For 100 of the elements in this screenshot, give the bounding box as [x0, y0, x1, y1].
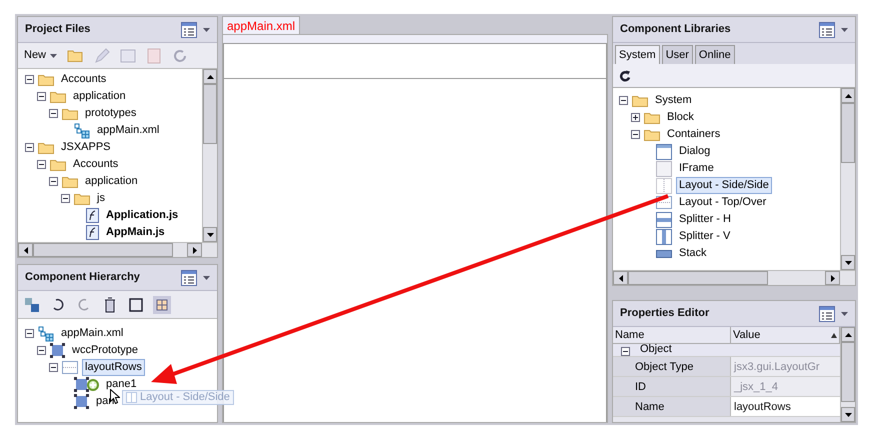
block-icon	[74, 377, 89, 392]
collapse-icon[interactable]	[25, 143, 34, 152]
list-menu-icon[interactable]	[181, 270, 197, 286]
collapse-icon[interactable]	[37, 346, 46, 355]
tree-item[interactable]: Splitter - V	[676, 228, 734, 245]
sort-icon	[831, 332, 837, 338]
scroll-up-icon[interactable]	[844, 332, 852, 336]
horizontal-scrollbar[interactable]	[18, 242, 217, 257]
tree-item[interactable]: appMain.xml	[58, 325, 126, 342]
panel-title: Project Files	[25, 22, 90, 38]
scroll-down-icon[interactable]	[206, 232, 214, 236]
scroll-right-icon[interactable]	[830, 274, 834, 282]
dropdown-icon[interactable]	[203, 276, 210, 280]
dropdown-icon	[50, 54, 58, 58]
stack-icon	[656, 250, 672, 258]
tree-item[interactable]: Stack	[676, 245, 710, 262]
property-value: _jsx_1_4	[731, 377, 840, 396]
library-tab[interactable]: User	[662, 45, 693, 64]
new-button[interactable]: New	[22, 47, 60, 64]
panel-title: Component Libraries	[620, 22, 731, 38]
library-tab[interactable]: System	[615, 45, 660, 64]
group-label: Object	[640, 344, 672, 356]
component-file-icon	[74, 122, 90, 138]
scroll-up-icon[interactable]	[206, 74, 214, 78]
tree-item[interactable]: IFrame	[676, 160, 717, 177]
tree-item[interactable]: JSXAPPS	[58, 139, 114, 156]
collapse-icon[interactable]	[49, 109, 58, 118]
vertical-scrollbar[interactable]	[202, 69, 217, 242]
scroll-down-icon[interactable]	[844, 260, 852, 264]
drag-label: Layout - Side/Side	[140, 390, 230, 406]
list-menu-icon[interactable]	[181, 22, 197, 38]
tree-item[interactable]: prototypes	[82, 105, 140, 122]
tree-item[interactable]: Layout - Side/Side	[676, 177, 772, 194]
tree-item[interactable]: application	[70, 88, 129, 105]
property-name: ID	[613, 377, 731, 396]
tree-item[interactable]: Splitter - H	[676, 211, 734, 228]
collapse-icon[interactable]	[61, 194, 70, 203]
tree-item[interactable]: AppMain.js	[103, 224, 168, 241]
refresh-icon[interactable]	[619, 70, 631, 82]
folder-icon	[644, 128, 660, 140]
tree-item[interactable]: js	[94, 190, 108, 207]
scroll-down-icon[interactable]	[844, 412, 852, 416]
list-menu-icon[interactable]	[819, 306, 835, 322]
tree-item[interactable]: Layout - Top/Over	[676, 194, 770, 211]
block-icon	[50, 343, 65, 358]
folder-icon	[50, 90, 66, 102]
folder-icon	[74, 192, 90, 204]
scroll-up-icon[interactable]	[844, 94, 852, 98]
panel-title: Component Hierarchy	[25, 270, 140, 286]
expand-icon[interactable]	[631, 113, 640, 122]
collapse-icon[interactable]	[37, 92, 46, 101]
collapse-icon[interactable]	[619, 96, 628, 105]
property-value: jsx3.gui.LayoutGr	[731, 357, 840, 376]
folder-icon	[632, 94, 648, 106]
tree-item[interactable]: Application.js	[103, 207, 182, 224]
tree-item[interactable]: Accounts	[70, 156, 122, 173]
tree-item[interactable]: wccPrototype	[69, 342, 142, 359]
vertical-scrollbar[interactable]	[840, 88, 855, 270]
scroll-right-icon[interactable]	[192, 246, 196, 254]
editor-tab[interactable]: appMain.xml	[222, 16, 300, 34]
property-name: Object Type	[613, 357, 731, 376]
horizontal-scrollbar[interactable]	[613, 270, 855, 285]
collapse-icon[interactable]	[49, 363, 58, 372]
vertical-splitter-icon	[656, 228, 672, 244]
collapse-icon[interactable]	[37, 160, 46, 169]
collapse-icon[interactable]	[621, 347, 630, 356]
folder-icon	[62, 108, 78, 120]
scroll-left-icon[interactable]	[618, 274, 622, 282]
tree-item[interactable]: Block	[664, 109, 697, 126]
component-icon[interactable]	[23, 296, 41, 314]
dropdown-icon[interactable]	[203, 28, 210, 32]
script-file-icon	[86, 208, 99, 223]
tree-item[interactable]: application	[82, 173, 141, 190]
library-tab[interactable]: Online	[694, 45, 735, 64]
dropdown-icon[interactable]	[841, 312, 848, 316]
component-file-icon	[38, 326, 54, 342]
collapse-icon[interactable]	[49, 177, 58, 186]
dropdown-icon[interactable]	[841, 28, 848, 32]
property-value[interactable]: layoutRows	[731, 397, 840, 416]
script-file-icon	[86, 225, 99, 240]
folder-icon	[50, 158, 66, 170]
collapse-icon[interactable]	[25, 329, 34, 338]
tree-item[interactable]: appMain.xml	[94, 122, 162, 139]
panel-title: Properties Editor	[620, 306, 710, 322]
grid-icon[interactable]	[153, 296, 171, 314]
collapse-icon[interactable]	[631, 130, 640, 139]
tree-item[interactable]: pane1	[103, 376, 140, 393]
tree-item[interactable]: layoutRows	[82, 359, 145, 376]
frame-icon	[656, 160, 672, 176]
tree-item[interactable]: Containers	[664, 126, 724, 143]
tree-item[interactable]: System	[652, 92, 695, 109]
vertical-scrollbar[interactable]	[840, 327, 855, 422]
bounds-icon[interactable]	[127, 296, 145, 314]
list-menu-icon[interactable]	[819, 22, 835, 38]
tree-item[interactable]: Dialog	[676, 143, 714, 160]
collapse-icon[interactable]	[25, 75, 34, 84]
tree-item[interactable]: Accounts	[58, 71, 110, 88]
folder-icon	[62, 176, 78, 188]
scroll-left-icon[interactable]	[24, 246, 28, 254]
column-header[interactable]: Name	[613, 327, 731, 343]
